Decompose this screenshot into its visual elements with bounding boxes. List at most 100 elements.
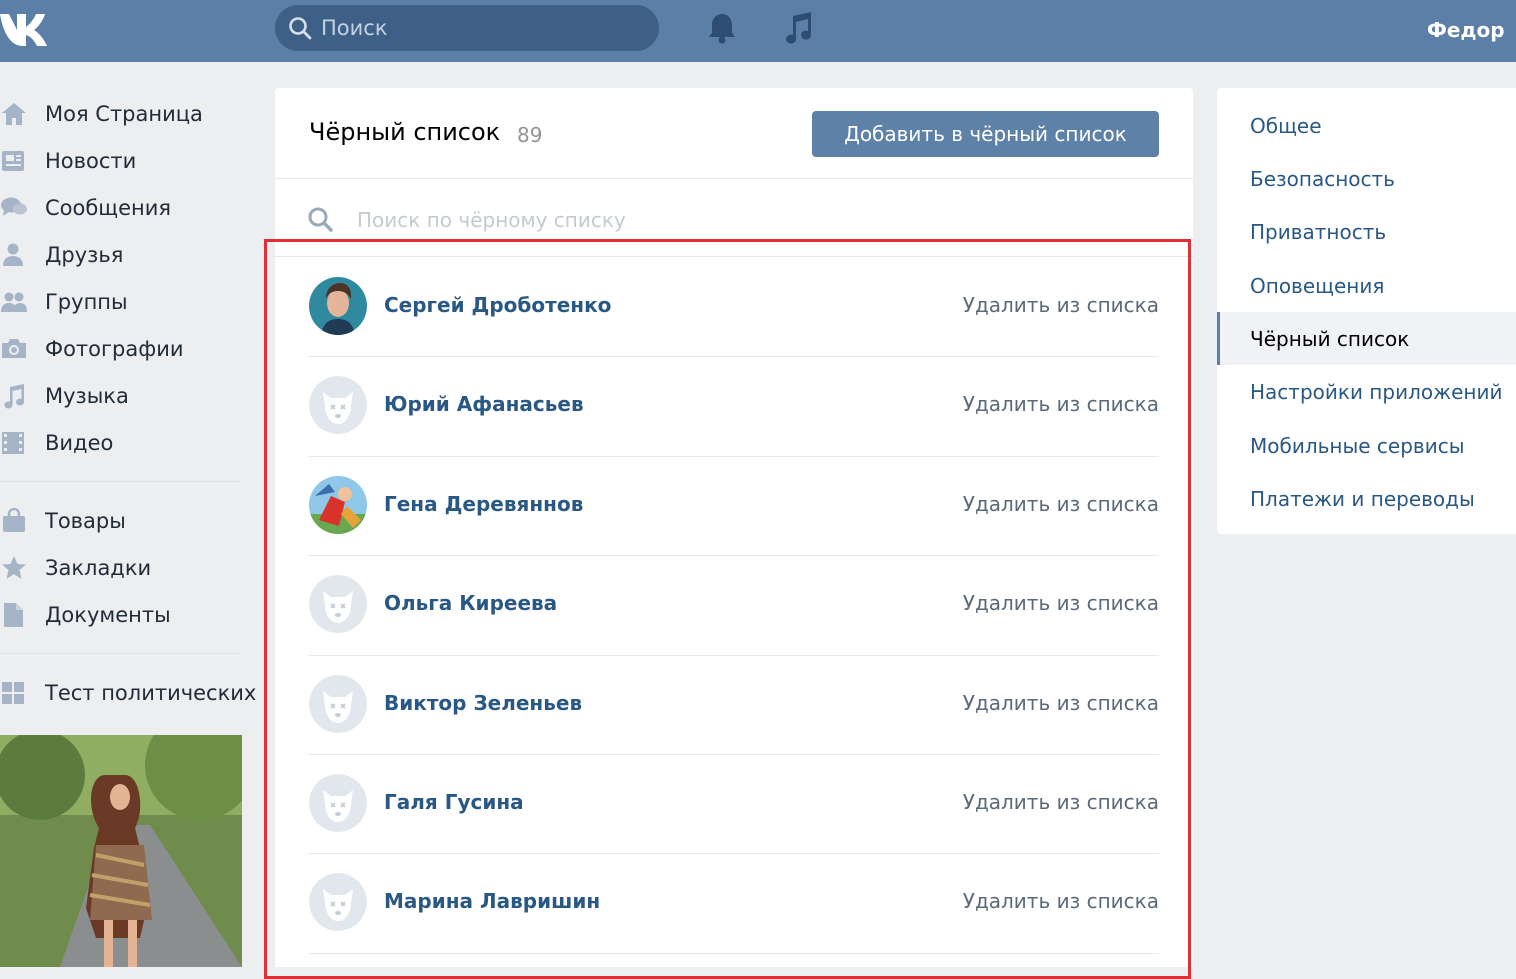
table-row: Юрий Афанасьев Удалить из списка xyxy=(309,357,1159,457)
add-to-blacklist-button[interactable]: Добавить в чёрный список xyxy=(812,111,1159,157)
default-avatar-icon xyxy=(309,773,367,832)
bell-icon[interactable] xyxy=(705,10,739,46)
table-row: Виктор Зеленьев Удалить из списка xyxy=(309,656,1159,755)
nav-label: Новости xyxy=(45,148,137,173)
nav-item-news[interactable]: Новости xyxy=(0,137,260,184)
avatar[interactable] xyxy=(309,475,367,534)
home-icon xyxy=(2,102,26,125)
remove-from-list-link[interactable]: Удалить из списка xyxy=(963,889,1159,913)
menu-item-privacy[interactable]: Приватность xyxy=(1217,205,1516,258)
ad-photo-image xyxy=(0,735,242,967)
nav-item-messages[interactable]: Сообщения xyxy=(0,184,260,231)
menu-label: Оповещения xyxy=(1250,273,1385,298)
nav-item-goods[interactable]: Товары xyxy=(0,497,260,544)
avatar[interactable] xyxy=(309,376,367,435)
blacklist-user-name[interactable]: Марина Лавришин xyxy=(384,889,600,913)
nav-item-app[interactable]: Тест политических xyxy=(0,669,260,716)
table-row: Ольга Киреева Удалить из списка xyxy=(309,556,1159,656)
camera-icon xyxy=(2,338,26,358)
avatar[interactable] xyxy=(309,575,367,634)
global-search[interactable] xyxy=(275,5,659,51)
nav-label: Видео xyxy=(45,430,114,455)
blacklist-user-name[interactable]: Галя Гусина xyxy=(384,790,524,814)
top-header: Федор xyxy=(0,0,1516,62)
menu-label: Мобильные сервисы xyxy=(1250,433,1465,458)
nav-label: Фотографии xyxy=(45,336,184,361)
news-icon xyxy=(2,150,24,171)
avatar[interactable] xyxy=(309,773,367,832)
remove-from-list-link[interactable]: Удалить из списка xyxy=(963,790,1159,814)
remove-from-list-link[interactable]: Удалить из списка xyxy=(963,392,1159,416)
blacklist-user-name[interactable]: Сергей Дроботенко xyxy=(384,293,611,317)
menu-item-blacklist[interactable]: Чёрный список xyxy=(1217,312,1516,365)
menu-item-app-settings[interactable]: Настройки приложений xyxy=(1217,365,1516,418)
groups-icon xyxy=(1,292,27,312)
page-title: Чёрный список xyxy=(309,118,501,146)
menu-item-general[interactable]: Общее xyxy=(1217,99,1516,152)
search-icon xyxy=(289,17,312,40)
avatar-photo xyxy=(309,277,367,335)
avatar[interactable] xyxy=(309,674,367,733)
blacklist-card: Чёрный список 89 Добавить в чёрный списо… xyxy=(275,88,1193,967)
remove-from-list-link[interactable]: Удалить из списка xyxy=(963,293,1159,317)
settings-menu: Общее Безопасность Приватность Оповещени… xyxy=(1217,88,1516,534)
divider xyxy=(275,178,1193,179)
blacklist-user-name[interactable]: Юрий Афанасьев xyxy=(384,392,584,416)
nav-label: Друзья xyxy=(45,242,124,267)
avatar-photo xyxy=(309,475,367,534)
default-avatar-icon xyxy=(309,674,367,733)
menu-item-payments[interactable]: Платежи и переводы xyxy=(1217,472,1516,525)
star-icon xyxy=(2,555,26,579)
default-avatar-icon xyxy=(309,873,367,932)
document-icon xyxy=(4,602,23,627)
blacklist-user-name[interactable]: Виктор Зеленьев xyxy=(384,691,582,715)
nav-item-friends[interactable]: Друзья xyxy=(0,231,260,278)
nav-item-photos[interactable]: Фотографии xyxy=(0,325,260,372)
nav-label: Товары xyxy=(45,508,126,533)
default-avatar-icon xyxy=(309,575,367,634)
menu-item-notifications[interactable]: Оповещения xyxy=(1217,259,1516,312)
blacklist-user-name[interactable]: Гена Деревяннов xyxy=(384,492,583,516)
apps-grid-icon xyxy=(2,681,24,704)
global-search-input[interactable] xyxy=(319,15,643,41)
divider xyxy=(275,256,1193,257)
user-name[interactable]: Федор xyxy=(1427,18,1505,42)
nav-item-music[interactable]: Музыка xyxy=(0,372,260,419)
nav-item-video[interactable]: Видео xyxy=(0,419,260,466)
sidebar-ad-photo[interactable] xyxy=(0,735,242,967)
nav-item-my-page[interactable]: Моя Страница xyxy=(0,90,260,137)
remove-from-list-link[interactable]: Удалить из списка xyxy=(963,691,1159,715)
nav-item-documents[interactable]: Документы xyxy=(0,591,260,638)
remove-from-list-link[interactable]: Удалить из списка xyxy=(963,591,1159,615)
nav-label: Моя Страница xyxy=(45,101,203,126)
left-nav: Моя Страница Новости Сообщения Друзья Гр… xyxy=(0,90,260,716)
nav-label: Закладки xyxy=(45,555,152,580)
menu-item-security[interactable]: Безопасность xyxy=(1217,152,1516,205)
nav-label: Сообщения xyxy=(45,195,172,220)
nav-label: Тест политических xyxy=(45,680,257,705)
nav-item-groups[interactable]: Группы xyxy=(0,278,260,325)
blacklist-user-name[interactable]: Ольга Киреева xyxy=(384,591,557,615)
default-avatar-icon xyxy=(309,376,367,435)
table-row: Марина Лавришин Удалить из списка xyxy=(309,854,1159,954)
nav-label: Документы xyxy=(45,602,171,627)
nav-item-bookmarks[interactable]: Закладки xyxy=(0,544,260,591)
bag-icon xyxy=(3,507,25,532)
music-icon xyxy=(4,383,25,409)
menu-label: Безопасность xyxy=(1250,166,1395,191)
search-icon xyxy=(308,207,333,232)
video-icon xyxy=(2,431,24,454)
remove-from-list-link[interactable]: Удалить из списка xyxy=(963,492,1159,516)
music-note-icon[interactable] xyxy=(781,10,815,46)
blacklist-search-input[interactable] xyxy=(355,201,1119,239)
menu-label: Приватность xyxy=(1250,219,1387,244)
avatar[interactable] xyxy=(309,873,367,932)
vk-logo-icon[interactable] xyxy=(0,8,60,48)
table-row: Гена Деревяннов Удалить из списка xyxy=(309,457,1159,557)
nav-divider xyxy=(0,481,240,482)
messages-icon xyxy=(1,197,27,216)
nav-divider xyxy=(0,653,240,654)
menu-item-mobile-services[interactable]: Мобильные сервисы xyxy=(1217,419,1516,472)
table-row: Галя Гусина Удалить из списка xyxy=(309,755,1159,855)
avatar[interactable] xyxy=(309,277,367,335)
